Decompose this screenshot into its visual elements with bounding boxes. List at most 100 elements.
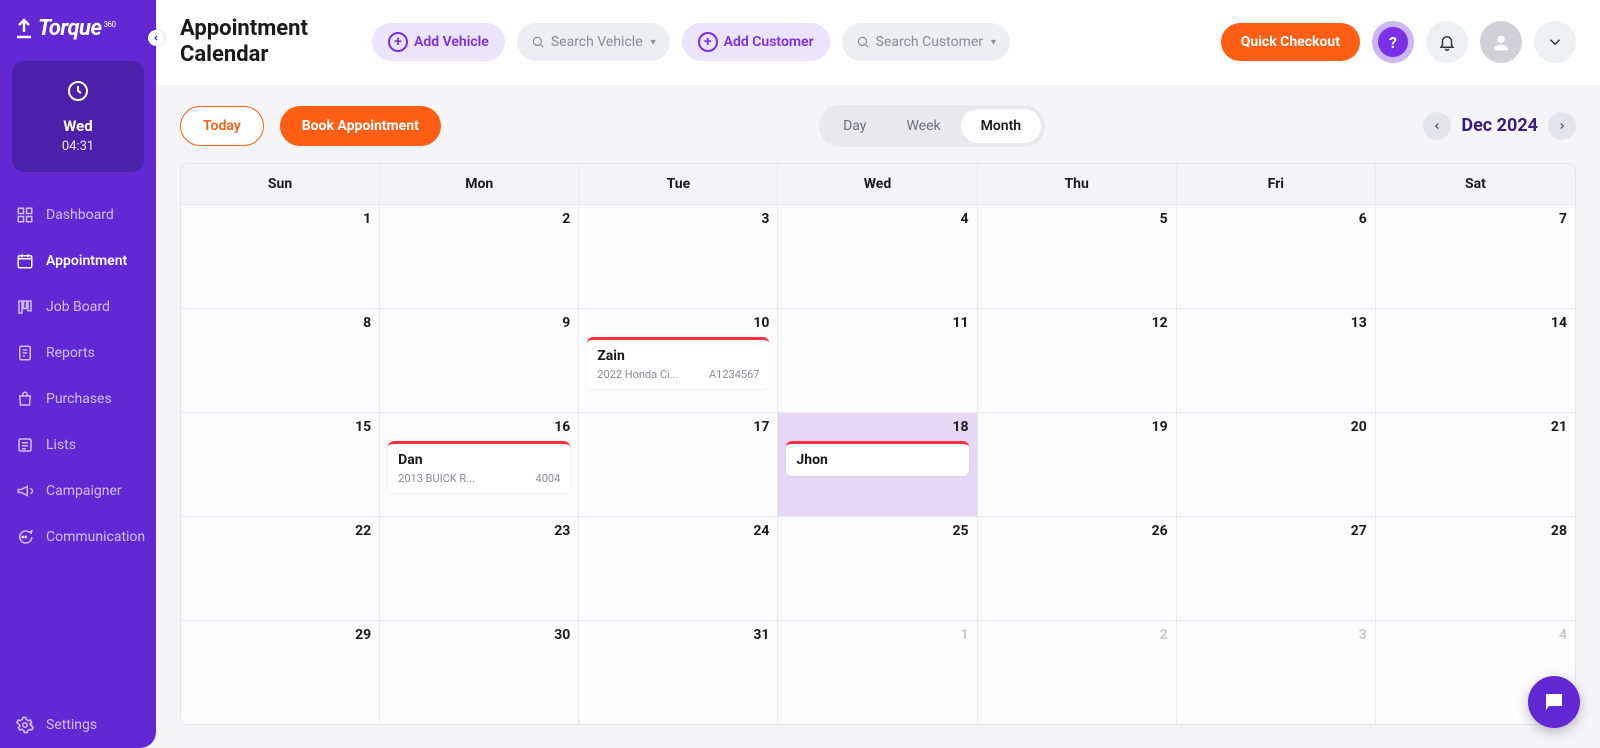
day-number: 16 — [388, 419, 570, 435]
day-number: 17 — [587, 419, 769, 435]
calendar-controls: Today Book Appointment Day Week Month De… — [156, 85, 1600, 163]
sidebar-item-communication[interactable]: Communication — [0, 514, 156, 560]
page-title: Appointment Calendar — [180, 16, 340, 69]
calendar-cell[interactable]: 21 — [1376, 412, 1575, 516]
calendar-cell[interactable]: 26 — [978, 516, 1177, 620]
calendar-cell[interactable]: 8 — [181, 308, 380, 412]
calendar-cell[interactable]: 3 — [1177, 620, 1376, 724]
sidebar-item-settings[interactable]: Settings — [0, 702, 156, 748]
search-customer-placeholder: Search Customer — [876, 34, 983, 50]
chevron-down-icon — [1546, 33, 1564, 51]
prev-month-button[interactable] — [1423, 112, 1451, 140]
day-number: 11 — [786, 315, 968, 331]
calendar-header: Sun Mon Tue Wed Thu Fri Sat — [181, 164, 1575, 204]
calendar-cell[interactable]: 22 — [181, 516, 380, 620]
next-month-button[interactable] — [1548, 112, 1576, 140]
sidebar-item-campaigner[interactable]: Campaigner — [0, 468, 156, 514]
sidebar-item-jobboard[interactable]: Job Board — [0, 284, 156, 330]
calendar-cell[interactable]: 1 — [778, 620, 977, 724]
calendar-cell[interactable]: 19 — [978, 412, 1177, 516]
day-number: 7 — [1384, 211, 1567, 227]
search-customer-dropdown[interactable]: Search Customer ▾ — [842, 23, 1010, 61]
calendar-cell[interactable]: 1 — [181, 204, 380, 308]
day-number: 26 — [986, 523, 1168, 539]
day-number: 3 — [587, 211, 769, 227]
chat-icon — [16, 528, 34, 546]
day-number: 1 — [786, 627, 968, 643]
calendar-cell[interactable]: 15 — [181, 412, 380, 516]
month-navigation: Dec 2024 — [1423, 112, 1576, 140]
calendar-cell[interactable]: 24 — [579, 516, 778, 620]
bell-icon — [1438, 33, 1456, 51]
event-name: Zain — [597, 348, 759, 364]
day-number: 12 — [986, 315, 1168, 331]
calendar-cell[interactable]: 13 — [1177, 308, 1376, 412]
nav-label: Reports — [46, 345, 95, 361]
nav-label: Dashboard — [46, 207, 114, 223]
sidebar-collapse-button[interactable] — [148, 30, 164, 46]
clock-time: 04:31 — [24, 139, 132, 154]
today-button[interactable]: Today — [180, 106, 264, 146]
chat-fab-button[interactable] — [1528, 676, 1580, 728]
view-week-tab[interactable]: Week — [886, 109, 960, 143]
appointment-event[interactable]: Dan2013 BUICK R...4004 — [388, 441, 570, 493]
add-vehicle-button[interactable]: + Add Vehicle — [372, 23, 505, 61]
sidebar-item-purchases[interactable]: Purchases — [0, 376, 156, 422]
month-label: Dec 2024 — [1461, 115, 1538, 136]
quick-checkout-button[interactable]: Quick Checkout — [1221, 23, 1360, 61]
sidebar-item-lists[interactable]: Lists — [0, 422, 156, 468]
sidebar-nav: Dashboard Appointment Job Board Reports … — [0, 184, 156, 568]
calendar-cell[interactable]: 31 — [579, 620, 778, 724]
calendar-cell[interactable]: 9 — [380, 308, 579, 412]
board-icon — [16, 298, 34, 316]
calendar-cell[interactable]: 20 — [1177, 412, 1376, 516]
calendar-cell[interactable]: 29 — [181, 620, 380, 724]
calendar-cell[interactable]: 28 — [1376, 516, 1575, 620]
calendar-cell[interactable]: 16 Dan2013 BUICK R...4004 — [380, 412, 579, 516]
dow-thu: Thu — [978, 164, 1177, 204]
add-customer-button[interactable]: + Add Customer — [682, 23, 830, 61]
calendar-cell[interactable]: 2 — [978, 620, 1177, 724]
sidebar-item-appointment[interactable]: Appointment — [0, 238, 156, 284]
search-vehicle-dropdown[interactable]: Search Vehicle ▾ — [517, 23, 670, 61]
megaphone-icon — [16, 482, 34, 500]
chat-bubble-icon — [1542, 690, 1566, 714]
calendar-cell[interactable]: 7 — [1376, 204, 1575, 308]
notifications-button[interactable] — [1426, 21, 1468, 63]
calendar-cell[interactable]: 4 — [778, 204, 977, 308]
calendar-cell[interactable]: 3 — [579, 204, 778, 308]
view-month-tab[interactable]: Month — [961, 109, 1042, 143]
day-number: 4 — [1384, 627, 1567, 643]
user-avatar-button[interactable] — [1480, 21, 1522, 63]
calendar-cell[interactable]: 14 — [1376, 308, 1575, 412]
calendar-cell[interactable]: 5 — [978, 204, 1177, 308]
calendar-cell[interactable]: 30 — [380, 620, 579, 724]
sidebar-item-dashboard[interactable]: Dashboard — [0, 192, 156, 238]
user-menu-dropdown[interactable] — [1534, 21, 1576, 63]
calendar-cell[interactable]: 27 — [1177, 516, 1376, 620]
help-button[interactable]: ? — [1372, 21, 1414, 63]
event-vehicle: 2013 BUICK R... — [398, 472, 475, 485]
calendar-cell[interactable]: 11 — [778, 308, 977, 412]
day-number: 21 — [1384, 419, 1567, 435]
calendar-cell[interactable]: 18Jhon — [778, 412, 977, 516]
user-icon — [1490, 31, 1512, 53]
sidebar: Torque 360 Wed 04:31 Dashboard Appointme… — [0, 0, 156, 748]
calendar-cell[interactable]: 10Zain2022 Honda Ci...A1234567 — [579, 308, 778, 412]
calendar-cell[interactable]: 6 — [1177, 204, 1376, 308]
calendar-cell[interactable]: 17 — [579, 412, 778, 516]
calendar-cell[interactable]: 2 — [380, 204, 579, 308]
view-day-tab[interactable]: Day — [823, 109, 886, 143]
sidebar-item-reports[interactable]: Reports — [0, 330, 156, 376]
search-vehicle-placeholder: Search Vehicle — [551, 34, 643, 50]
calendar-cell[interactable]: 23 — [380, 516, 579, 620]
calendar-cell[interactable]: 12 — [978, 308, 1177, 412]
appointment-event[interactable]: Jhon — [786, 441, 968, 476]
appointment-event[interactable]: Zain2022 Honda Ci...A1234567 — [587, 337, 769, 389]
calendar-icon — [16, 252, 34, 270]
book-appointment-button[interactable]: Book Appointment — [280, 106, 441, 146]
calendar-body: 12345678910Zain2022 Honda Ci...A12345671… — [181, 204, 1575, 724]
day-number: 28 — [1384, 523, 1567, 539]
calendar-cell[interactable]: 25 — [778, 516, 977, 620]
brand-logo[interactable]: Torque 360 — [0, 0, 156, 49]
